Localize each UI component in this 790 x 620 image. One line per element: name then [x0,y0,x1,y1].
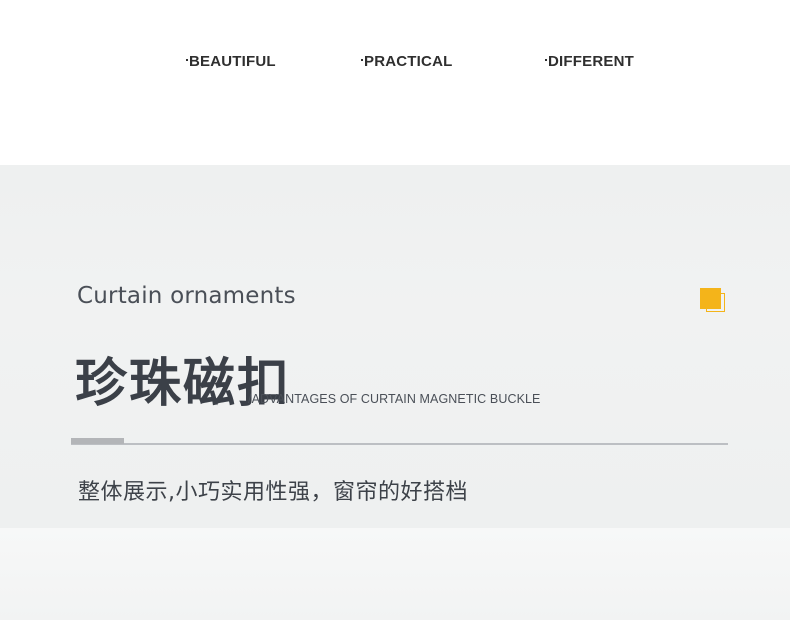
keyword-practical: PRACTICAL [361,53,452,70]
divider-line [71,443,728,445]
bullet-dot [186,59,188,62]
keyword-different: DIFFERENT [545,53,634,70]
double-square-icon [700,288,728,314]
keywords-band: BEAUTIFUL PRACTICAL DIFFERENT [0,0,790,165]
section-title-english: /ADVANTAGES OF CURTAIN MAGNETIC BUCKLE [248,392,541,406]
divider-accent [71,438,124,444]
keyword-practical-text: PRACTICAL [364,53,453,70]
section-description: 整体展示,小巧实用性强，窗帘的好搭档 [78,480,468,505]
bullet-dot [545,59,547,62]
keyword-beautiful-text: BEAUTIFUL [189,53,276,70]
keyword-beautiful: BEAUTIFUL [186,53,276,70]
bullet-dot [361,59,363,62]
square-fill [700,288,721,309]
section-title: 珍珠磁扣 [75,354,292,414]
keyword-different-text: DIFFERENT [548,53,634,70]
bottom-band [0,528,790,620]
section-subtitle: Curtain ornaments [77,283,296,309]
